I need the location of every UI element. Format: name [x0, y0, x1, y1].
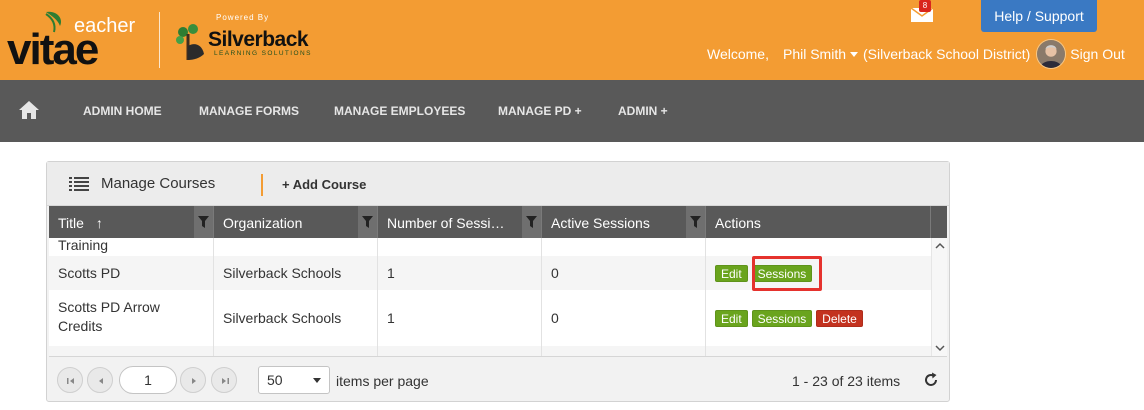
page-title: Manage Courses	[101, 175, 216, 192]
home-icon[interactable]	[18, 100, 40, 120]
column-header-active-sessions[interactable]: Active Sessions	[542, 206, 706, 238]
teachervitae-logo[interactable]: vitae eacher	[6, 8, 146, 70]
page-number-input[interactable]: 1	[119, 366, 177, 394]
next-page-icon	[192, 378, 196, 384]
previous-page-button[interactable]	[87, 367, 113, 393]
edit-button[interactable]: Edit	[715, 265, 748, 282]
cell-number-of-sessions	[378, 238, 542, 256]
welcome-label: Welcome,	[707, 46, 769, 62]
logo-divider	[159, 12, 160, 68]
cell-number-of-sessions: 1	[378, 290, 542, 346]
user-menu[interactable]: Phil Smith	[783, 46, 846, 62]
edit-button[interactable]: Edit	[715, 310, 748, 327]
cell-active-sessions	[542, 238, 706, 256]
refresh-icon[interactable]	[923, 372, 939, 388]
nav-admin[interactable]: ADMIN +	[618, 104, 668, 118]
highlight-box	[752, 256, 822, 291]
user-bar: Welcome, Phil Smith (Silverback School D…	[707, 39, 1125, 69]
gorilla-tree-icon	[176, 24, 204, 60]
last-page-button[interactable]	[211, 367, 237, 393]
brand-subtitle: LEARNING SOLUTIONS	[214, 50, 312, 57]
sort-ascending-icon: ↑	[95, 215, 103, 231]
items-per-page-label: items per page	[336, 373, 429, 389]
cell-actions	[706, 238, 931, 256]
cell-number-of-sessions	[378, 346, 542, 356]
help-support-button[interactable]: Help / Support	[981, 0, 1097, 32]
brand-name: Silverback	[208, 28, 309, 51]
filter-icon[interactable]	[522, 206, 541, 238]
filter-icon[interactable]	[686, 206, 705, 238]
filter-icon[interactable]	[194, 206, 213, 238]
cell-organization: Silverback Schools	[214, 290, 378, 346]
table-row[interactable]: Training	[49, 238, 931, 256]
add-course-button[interactable]: + Add Course	[282, 177, 366, 192]
cell-number-of-sessions: 1	[378, 256, 542, 290]
chevron-down-icon[interactable]	[935, 344, 945, 352]
silverback-logo: Powered By Silverback LEARNING SOLUTIONS	[172, 12, 332, 62]
cell-actions	[706, 346, 931, 356]
district-name: (Silverback School District)	[863, 46, 1031, 62]
grid-pager: 1 50 items per page 1 - 23 of 23 items	[49, 356, 947, 400]
column-header-title[interactable]: Title ↑	[49, 206, 214, 238]
cell-title: Supporting Th…	[49, 346, 214, 356]
avatar[interactable]	[1036, 39, 1067, 69]
sign-out-link[interactable]: Sign Out	[1070, 46, 1124, 62]
cell-title: Scotts PD Arrow Credits	[49, 290, 214, 346]
items-count: 1 - 23 of 23 items	[792, 373, 901, 389]
column-header-organization[interactable]: Organization	[214, 206, 378, 238]
powered-by-text: Powered By	[216, 13, 270, 22]
logo-teacher-text: eacher	[74, 15, 135, 37]
nav-manage-pd[interactable]: MANAGE PD +	[498, 104, 582, 118]
vertical-scrollbar[interactable]	[931, 238, 947, 356]
cell-organization	[214, 346, 378, 356]
panel-header: Manage Courses + Add Course	[47, 162, 949, 206]
cell-title: Training	[49, 238, 214, 256]
cell-active-sessions	[542, 346, 706, 356]
sessions-button[interactable]: Sessions	[751, 310, 813, 327]
cell-active-sessions: 0	[542, 290, 706, 346]
cell-organization	[214, 238, 378, 256]
next-page-button[interactable]	[180, 367, 206, 393]
top-header: vitae eacher Powered By Silverback LEARN…	[0, 0, 1144, 80]
table-row[interactable]: Supporting Th…	[49, 346, 931, 356]
chevron-down-icon[interactable]	[850, 51, 859, 57]
last-page-icon	[222, 378, 229, 384]
column-header-number-of-sessions[interactable]: Number of Sessi…	[378, 206, 542, 238]
cell-active-sessions: 0	[542, 256, 706, 290]
mail-count-badge: 8	[919, 0, 931, 12]
nav-manage-forms[interactable]: MANAGE FORMS	[199, 104, 299, 118]
table-row[interactable]: Scotts PD Arrow Credits Silverback Schoo…	[49, 290, 931, 346]
column-header-actions: Actions	[706, 206, 931, 238]
cell-title: Scotts PD	[49, 256, 214, 290]
header-divider	[261, 174, 263, 196]
previous-page-icon	[99, 378, 103, 384]
filter-icon[interactable]	[358, 206, 377, 238]
list-icon	[69, 177, 89, 191]
chevron-down-icon	[313, 378, 321, 383]
cell-actions: Edit Sessions Delete	[706, 290, 931, 346]
grid-header: Title ↑ Organization Number of Sessi… Ac…	[49, 206, 947, 238]
main-nav: ADMIN HOME MANAGE FORMS MANAGE EMPLOYEES…	[0, 80, 1144, 142]
nav-manage-employees[interactable]: MANAGE EMPLOYEES	[334, 104, 465, 118]
chevron-up-icon[interactable]	[935, 242, 945, 250]
first-page-icon	[67, 378, 74, 384]
first-page-button[interactable]	[57, 367, 83, 393]
cell-organization: Silverback Schools	[214, 256, 378, 290]
page-size-select[interactable]: 50	[258, 366, 330, 394]
nav-admin-home[interactable]: ADMIN HOME	[83, 104, 162, 118]
delete-button[interactable]: Delete	[816, 310, 863, 327]
